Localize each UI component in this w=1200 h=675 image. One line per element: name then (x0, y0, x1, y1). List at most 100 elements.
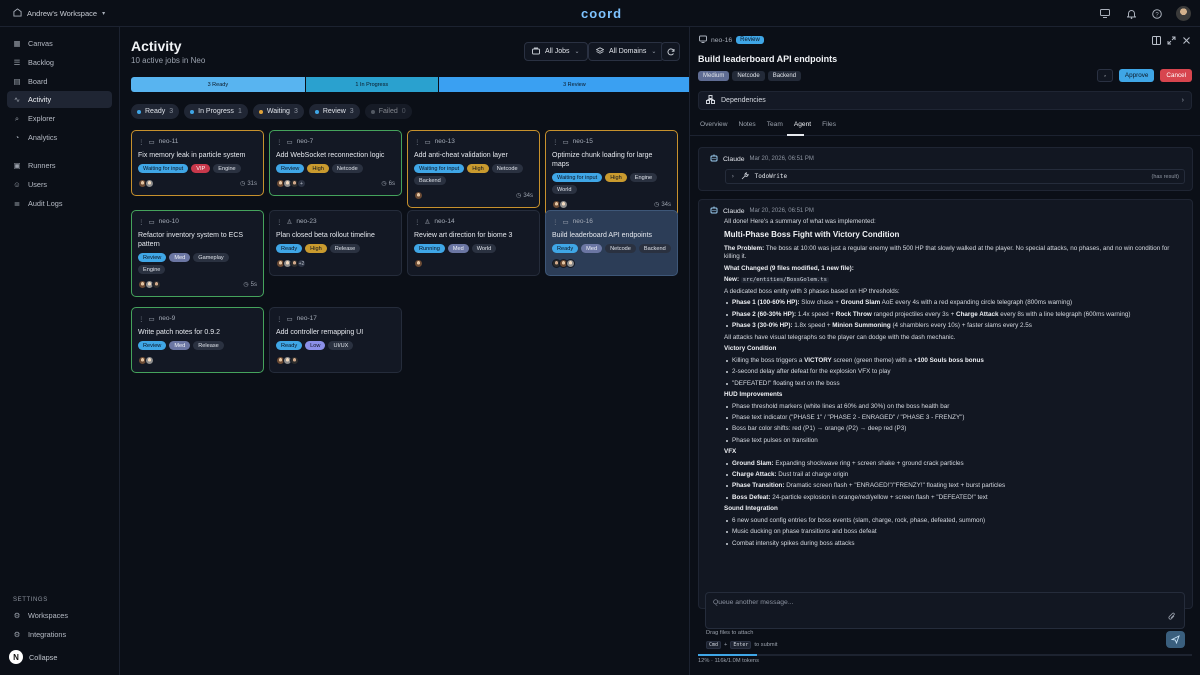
approve-button[interactable]: Approve (1118, 69, 1155, 82)
domains-filter-label: All Domains (609, 48, 647, 55)
tag: Low (305, 341, 326, 350)
sidebar-item-analytics[interactable]: ◔ Analytics (7, 129, 112, 146)
elapsed-value: 31s (247, 180, 257, 187)
tool-name: TodoWrite (754, 173, 788, 180)
display-icon[interactable] (1098, 7, 1112, 21)
list-item: 2-second delay after defeat for the expl… (724, 368, 1184, 376)
job-card[interactable]: ⋮ ▭ neo-17 Add controller remapping UI Ready… (269, 307, 402, 373)
sidebar-item-users[interactable]: ☺ Users (7, 176, 112, 193)
paperclip-icon[interactable] (1168, 612, 1176, 623)
bell-icon[interactable] (1124, 7, 1138, 21)
status-dot (370, 109, 375, 114)
workspace-icon (13, 7, 22, 19)
jobs-filter-dropdown[interactable]: All Jobs ⌄ (524, 42, 588, 61)
drag-handle-icon[interactable]: ⋮ (138, 218, 145, 226)
job-tags: Ready High Release (276, 244, 395, 253)
sidebar-item-backlog[interactable]: ☰ Backlog (7, 54, 112, 71)
sidebar-item-canvas[interactable]: ▦ Canvas (7, 35, 112, 52)
assignee-avatars (138, 179, 154, 188)
more-assignees: + (297, 179, 306, 188)
drag-handle-icon[interactable]: ⋮ (276, 315, 283, 323)
tag: Engine (138, 265, 166, 274)
audit-icon: ≣ (13, 199, 21, 208)
job-id: neo-23 (296, 218, 317, 225)
tool-call-row[interactable]: › TodoWrite (has result) (725, 169, 1185, 184)
job-card[interactable]: ⋮ ▭ neo-9 Write patch notes for 0.9.2 Review… (131, 307, 264, 373)
collapse-button[interactable]: N Collapse (9, 650, 57, 664)
dependencies-section[interactable]: Dependencies › (698, 91, 1192, 110)
filter-waiting[interactable]: Waiting 3 (252, 104, 304, 119)
drag-handle-icon[interactable]: ⋮ (276, 138, 283, 146)
job-card[interactable]: ⋮ ▭ neo-10 Refactor inventory system to ECS… (131, 210, 264, 297)
help-icon[interactable]: ? (1150, 7, 1164, 21)
user-avatar[interactable] (1176, 6, 1191, 21)
drag-handle-icon[interactable]: ⋮ (414, 138, 421, 146)
send-button[interactable] (1166, 631, 1185, 648)
sidebar-item-workspaces[interactable]: ⚙ Workspaces (7, 607, 112, 624)
refresh-button[interactable] (661, 42, 680, 61)
job-tags: Ready Low UI/UX (276, 341, 395, 350)
sidebar-item-audit-logs[interactable]: ≣ Audit Logs (7, 195, 112, 212)
drag-handle-icon[interactable]: ⋮ (414, 218, 421, 226)
job-card[interactable]: ⋮ ▭ neo-13 Add anti-cheat validation layer W… (407, 130, 540, 208)
filter-in-progress[interactable]: In Progress 1 (184, 104, 248, 119)
filter-failed[interactable]: Failed 0 (364, 104, 412, 119)
tab-team[interactable]: Team (767, 121, 783, 128)
sidebar-item-board[interactable]: ▤ Board (7, 73, 112, 90)
list-item: "DEFEATED!" floating text on the boss (724, 380, 1184, 388)
tab-notes[interactable]: Notes (738, 121, 755, 128)
domains-filter-dropdown[interactable]: All Domains ⌄ (588, 42, 665, 61)
filter-label: Failed (378, 108, 398, 115)
job-card[interactable]: ⋮ ▭ neo-16 Build leaderboard API endpoints R… (545, 210, 678, 276)
clock-icon: ◷ (240, 181, 246, 187)
card-header: ⋮ ▭ neo-17 (276, 314, 395, 323)
message-composer[interactable]: Queue another message... (705, 592, 1185, 629)
drag-handle-icon[interactable]: ⋮ (138, 315, 145, 323)
drag-handle-icon[interactable]: ⋮ (552, 138, 559, 146)
job-title: Review art direction for biome 3 (414, 232, 513, 239)
sidebar-item-activity[interactable]: ∿ Activity (7, 91, 112, 108)
progress-segment: 3 Ready (131, 77, 305, 92)
card-footer: +2 (276, 258, 395, 269)
filter-label: In Progress (198, 108, 234, 115)
composer-placeholder: Queue another message... (713, 599, 794, 606)
drag-handle-icon[interactable]: ⋮ (276, 218, 283, 226)
job-card[interactable]: ⋮ ▭ neo-15 Optimize chunk loading for large… (545, 130, 678, 217)
agent-message: Claude Mar 20, 2026, 06:51 PM › TodoWrit… (698, 147, 1193, 191)
sidebar-item-label: Analytics (28, 133, 58, 142)
job-card[interactable]: ⋮ ♙ neo-14 Review art direction for biome 3… (407, 210, 540, 276)
filter-ready[interactable]: Ready 3 (131, 104, 180, 119)
drag-handle-icon[interactable]: ⋮ (138, 138, 145, 146)
integrations-icon: ⚙ (13, 630, 21, 639)
filter-review[interactable]: Review 3 (308, 104, 360, 119)
sidebar-item-explorer[interactable]: ⌕ Explorer (7, 110, 112, 127)
cancel-button[interactable]: Cancel (1160, 69, 1192, 82)
tab-overview[interactable]: Overview (700, 121, 727, 128)
user-icon: ♙ (286, 218, 293, 226)
close-icon[interactable] (1182, 36, 1191, 47)
tab-files[interactable]: Files (822, 121, 836, 128)
plus-sign: + (724, 642, 728, 648)
tab-agent[interactable]: Agent (794, 121, 811, 128)
sidebar-item-label: Audit Logs (28, 199, 63, 208)
filter-label: Ready (145, 108, 166, 115)
victory-heading: Victory Condition (724, 345, 777, 353)
tag: Review (276, 164, 305, 173)
rerun-button[interactable] (1096, 69, 1113, 82)
job-card[interactable]: ⋮ ▭ neo-7 Add WebSocket reconnection logic R… (269, 130, 402, 196)
drag-handle-icon[interactable]: ⋮ (552, 218, 559, 226)
job-card[interactable]: ⋮ ♙ neo-23 Plan closed beta rollout timelin… (269, 210, 402, 276)
wrench-icon (741, 171, 749, 182)
sidebar-item-integrations[interactable]: ⚙ Integrations (7, 626, 112, 643)
progress-segment: 1 In Progress (304, 77, 438, 92)
card-header: ⋮ ▭ neo-7 (276, 137, 395, 146)
sidebar-item-runners[interactable]: ▣ Runners (7, 157, 112, 174)
list-item: Phase 2 (60-30% HP): 1.4x speed + Rock T… (724, 311, 1184, 319)
split-view-icon[interactable] (1152, 36, 1161, 47)
cmd-key: Cmd (706, 641, 722, 649)
job-card[interactable]: ⋮ ▭ neo-11 Fix memory leak in particle syst… (131, 130, 264, 196)
expand-icon[interactable] (1167, 36, 1176, 47)
workspace-switcher[interactable]: Andrew's Workspace ▾ (13, 7, 105, 19)
avatar (145, 356, 154, 365)
message-header: Claude Mar 20, 2026, 06:51 PM (699, 148, 1192, 170)
